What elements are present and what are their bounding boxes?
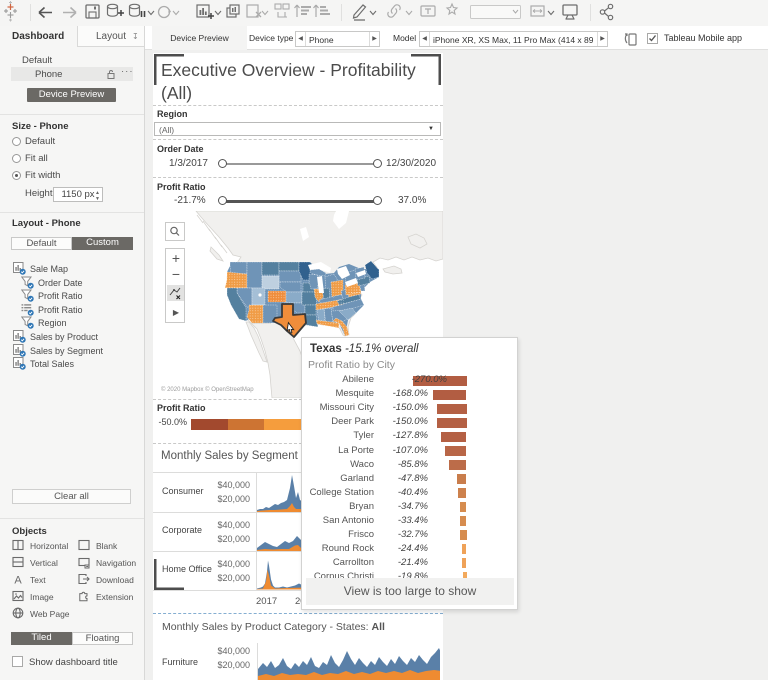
svg-text:© 2020 Mapbox © OpenStreetMap: © 2020 Mapbox © OpenStreetMap — [161, 386, 254, 393]
svg-text:A: A — [14, 575, 22, 587]
